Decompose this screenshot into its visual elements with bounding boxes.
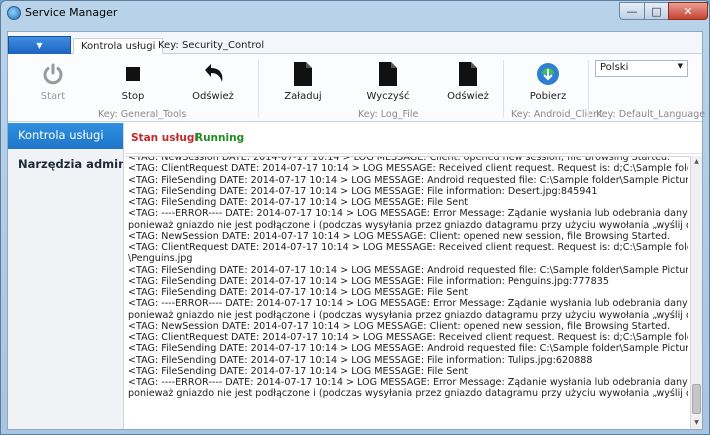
log-line: <TAG: ClientRequest DATE: 2014-07-17 10:… bbox=[128, 332, 688, 343]
log-line: <TAG: NewSession DATE: 2014-07-17 10:14 … bbox=[128, 156, 671, 163]
ribbon-tab-bar: ▼ Kontrola usługi Key: Security_Control bbox=[8, 32, 702, 55]
log-line: <TAG: FileSending DATE: 2014-07-17 10:14… bbox=[128, 275, 609, 287]
log-line: ponieważ gniazdo nie jest podłączone i (… bbox=[128, 219, 688, 231]
undo-arrow-icon bbox=[188, 60, 238, 88]
log-line: <TAG: ----ERROR---- DATE: 2014-07-17 10:… bbox=[128, 208, 688, 220]
log-line: <TAG: NewSession DATE: 2014-07-17 10:14 … bbox=[128, 320, 671, 332]
download-client-button[interactable]: Pobierz bbox=[523, 60, 573, 102]
service-status-value: Running bbox=[195, 132, 245, 144]
refresh-log-label: Odśwież bbox=[447, 91, 489, 102]
nav-item-service-control[interactable]: Kontrola usługi bbox=[8, 123, 123, 149]
dropdown-arrow-icon: ▼ bbox=[677, 62, 683, 70]
service-status-bar: Stan usługi Running bbox=[125, 123, 702, 154]
refresh-service-button[interactable]: Odśwież bbox=[188, 60, 238, 102]
load-log-button[interactable]: Załaduj bbox=[278, 60, 328, 102]
log-line: <TAG: FileSending DATE: 2014-07-17 10:14… bbox=[128, 174, 688, 186]
log-line: <TAG: FileSending DATE: 2014-07-17 10:14… bbox=[128, 343, 688, 355]
download-client-label: Pobierz bbox=[529, 91, 567, 102]
log-line: ponieważ gniazdo nie jest podłączone i (… bbox=[128, 309, 688, 321]
app-menu-button[interactable]: ▼ bbox=[8, 36, 71, 54]
log-line: <TAG: FileSending DATE: 2014-07-17 10:14… bbox=[128, 354, 593, 366]
stop-button-label: Stop bbox=[121, 91, 145, 102]
log-line: <TAG: FileSending DATE: 2014-07-17 10:14… bbox=[128, 287, 469, 298]
close-button[interactable]: ✕ bbox=[668, 2, 708, 20]
minimize-button[interactable]: — bbox=[619, 2, 645, 20]
log-line: <TAG: ClientRequest DATE: 2014-07-17 10:… bbox=[128, 242, 688, 253]
log-line: <TAG: ----ERROR---- DATE: 2014-07-17 10:… bbox=[128, 377, 688, 388]
log-content: <TAG: NewSession DATE: 2014-07-17 10:14 … bbox=[128, 156, 688, 400]
load-log-label: Załaduj bbox=[284, 91, 322, 102]
scrollbar-thumb[interactable] bbox=[692, 384, 701, 414]
group-label-log: Key: Log_File bbox=[358, 109, 419, 120]
document-icon bbox=[278, 60, 328, 88]
stop-icon bbox=[108, 60, 158, 88]
log-line: <TAG: FileSending DATE: 2014-07-17 10:14… bbox=[128, 185, 598, 197]
android-download-icon bbox=[523, 60, 573, 88]
app-window: Service Manager — □ ✕ ▼ Kontrola usługi … bbox=[0, 0, 710, 435]
service-status-label: Stan usługi bbox=[131, 132, 199, 144]
language-select-value: Polski bbox=[600, 62, 629, 73]
ribbon-separator bbox=[588, 60, 589, 118]
scroll-up-icon[interactable]: ▲ bbox=[691, 156, 702, 168]
app-logo-icon bbox=[7, 6, 21, 20]
clear-log-label: Wyczyść bbox=[366, 91, 410, 102]
start-button-label: Start bbox=[40, 91, 66, 102]
log-scrollbar[interactable]: ▲ ▼ bbox=[690, 156, 702, 429]
log-line: \Penguins.jpg bbox=[128, 253, 193, 265]
document-icon bbox=[443, 60, 493, 88]
stop-button[interactable]: Stop bbox=[108, 60, 158, 102]
log-line: <TAG: FileSending DATE: 2014-07-17 10:14… bbox=[128, 365, 469, 377]
left-navigation: Kontrola usługi Narzędzia administracyjn… bbox=[8, 123, 124, 429]
log-textbox[interactable]: <TAG: NewSession DATE: 2014-07-17 10:14 … bbox=[125, 156, 690, 429]
log-line: <TAG: FileSending DATE: 2014-07-17 10:14… bbox=[128, 197, 469, 208]
document-icon bbox=[363, 60, 413, 88]
group-label-language: Key: Default_Language bbox=[596, 109, 706, 120]
ribbon-panel: Start Stop Odśwież Key: General_Tools Za… bbox=[8, 54, 706, 122]
group-label-general: Key: General_Tools bbox=[98, 109, 187, 120]
window-title: Service Manager bbox=[25, 6, 118, 19]
clear-log-button[interactable]: Wyczyść bbox=[363, 60, 413, 102]
refresh-service-label: Odśwież bbox=[192, 91, 234, 102]
log-line: <TAG: ----ERROR---- DATE: 2014-07-17 10:… bbox=[128, 298, 688, 310]
scroll-down-icon[interactable]: ▼ bbox=[691, 417, 702, 429]
tab-security-control[interactable]: Key: Security_Control bbox=[151, 38, 271, 55]
log-line: ponieważ gniazdo nie jest podłączone i (… bbox=[128, 388, 688, 400]
power-icon bbox=[28, 60, 78, 88]
ribbon-separator bbox=[258, 60, 259, 118]
log-line: <TAG: ClientRequest DATE: 2014-07-17 10:… bbox=[128, 163, 688, 175]
chevron-down-icon: ▼ bbox=[36, 41, 43, 50]
maximize-button[interactable]: □ bbox=[644, 2, 669, 20]
language-select[interactable]: Polski ▼ bbox=[595, 60, 688, 77]
start-button[interactable]: Start bbox=[28, 60, 78, 102]
title-bar: Service Manager — □ ✕ bbox=[1, 1, 709, 27]
log-line: <TAG: NewSession DATE: 2014-07-17 10:14 … bbox=[128, 230, 671, 242]
nav-item-admin-tools[interactable]: Narzędzia administracyjne bbox=[8, 152, 123, 178]
log-line: <TAG: FileSending DATE: 2014-07-17 10:14… bbox=[128, 264, 688, 276]
refresh-log-button[interactable]: Odśwież bbox=[443, 60, 493, 102]
client-area: ▼ Kontrola usługi Key: Security_Control … bbox=[7, 31, 706, 430]
tab-service-control[interactable]: Kontrola usługi bbox=[73, 38, 164, 55]
ribbon-separator bbox=[503, 60, 504, 118]
